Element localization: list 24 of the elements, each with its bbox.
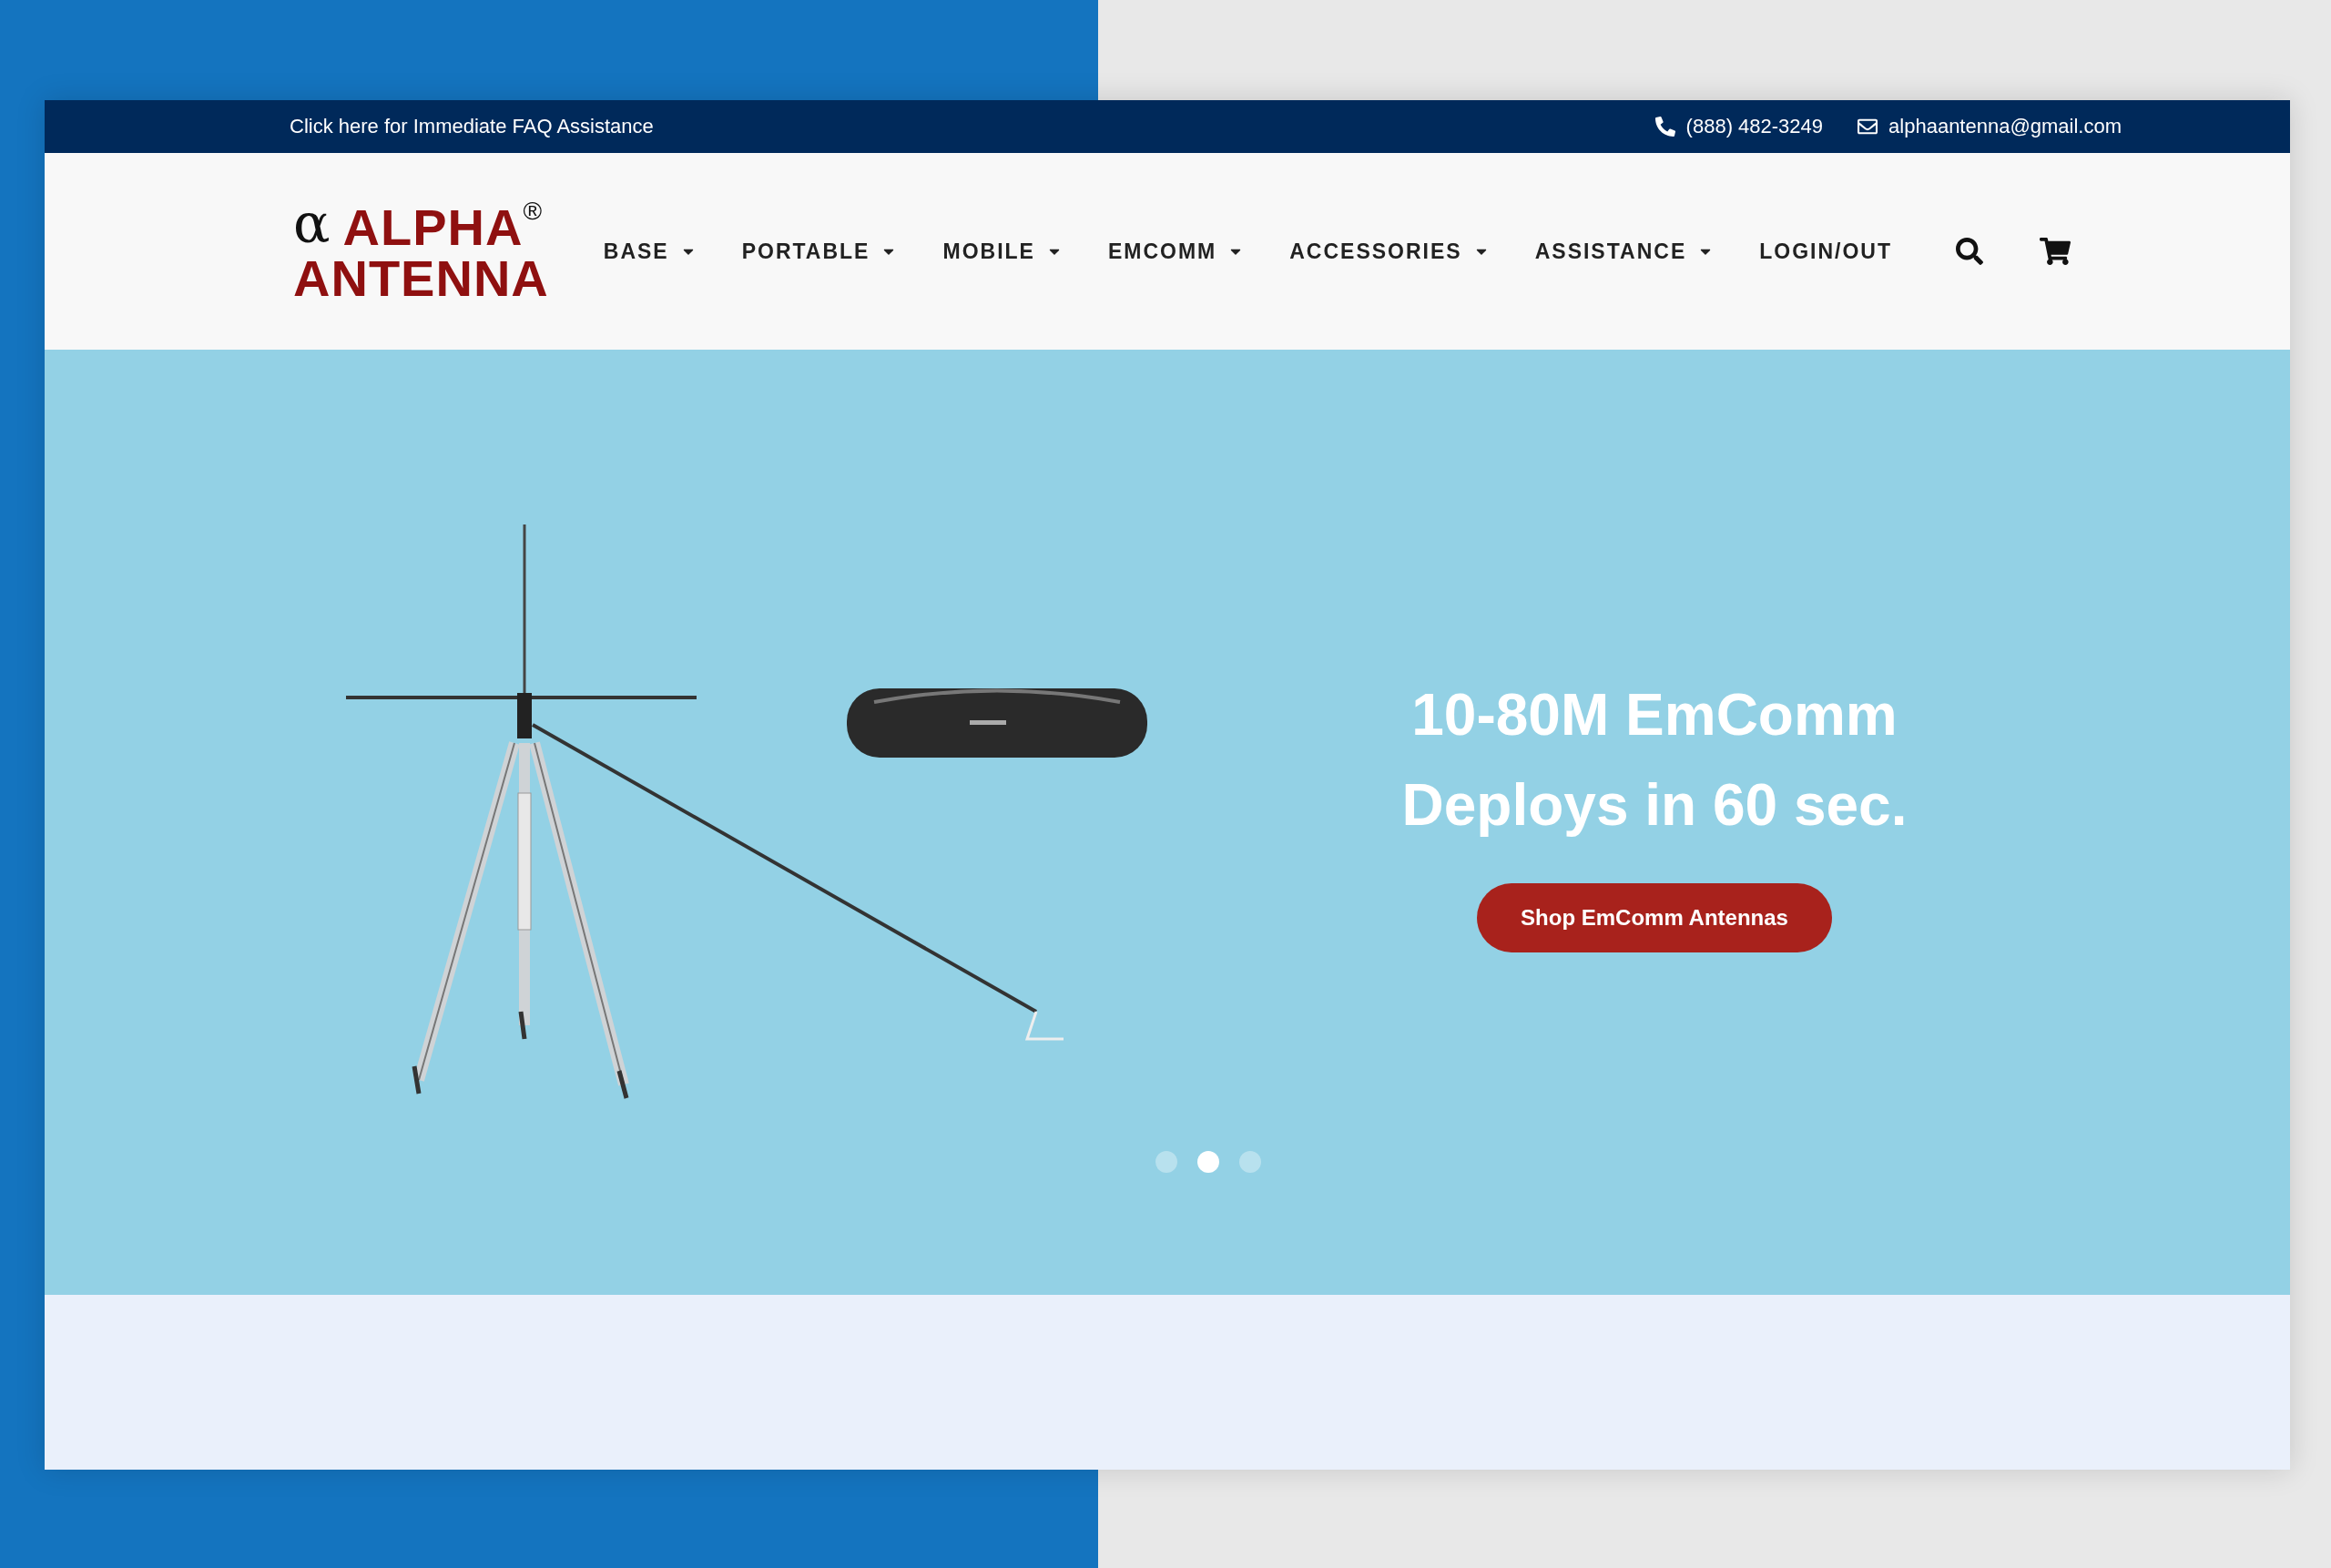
nav-item[interactable]: BASE <box>603 239 697 264</box>
envelope-icon <box>1858 117 1878 137</box>
phone-number: (888) 482-3249 <box>1685 115 1824 138</box>
nav-item[interactable]: MOBILE <box>942 239 1063 264</box>
slider-dot[interactable] <box>1197 1151 1219 1173</box>
registered-mark: ® <box>523 199 543 224</box>
logo-name: ANTENNA <box>293 253 549 304</box>
cart-icon[interactable] <box>2040 236 2071 267</box>
nav-item[interactable]: PORTABLE <box>741 239 898 264</box>
slider-dot[interactable] <box>1155 1151 1177 1173</box>
nav-item[interactable]: ASSISTANCE <box>1534 239 1715 264</box>
slider-dot[interactable] <box>1239 1151 1261 1173</box>
faq-link[interactable]: Click here for Immediate FAQ Assistance <box>290 115 654 138</box>
email-address: alphaantenna@gmail.com <box>1888 115 2122 138</box>
hero-heading: 10-80M EmComm <box>1410 681 1898 749</box>
logo-name: ALPHA <box>342 202 524 253</box>
nav-item[interactable]: EMCOMM <box>1107 239 1245 264</box>
hero-heading: Deploys in 60 sec. <box>1401 771 1908 840</box>
search-icon[interactable] <box>1956 238 1983 265</box>
phone-icon <box>1654 117 1675 137</box>
logo-alpha: α <box>293 199 331 248</box>
nav-item[interactable]: ACCESSORIES <box>1289 239 1490 264</box>
nav-item[interactable]: LOGIN/OUT <box>1759 239 1892 264</box>
shop-button[interactable]: Shop EmComm Antennas <box>1477 883 1832 952</box>
